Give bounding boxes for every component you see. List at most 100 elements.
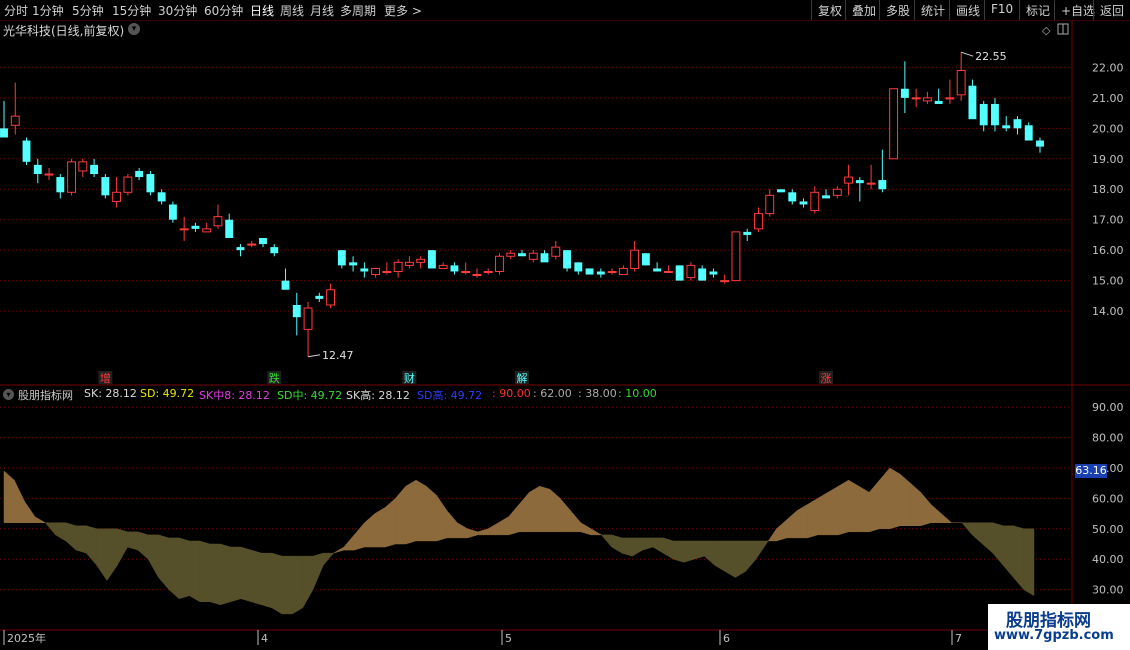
candle-body (686, 264, 696, 279)
candle (495, 253, 504, 275)
candle-body (698, 268, 707, 281)
indicator-band (724, 540, 736, 578)
candle (866, 164, 876, 190)
candle-body (991, 103, 999, 126)
diamond-icon: ◇ (1042, 24, 1051, 37)
candle (991, 97, 999, 132)
price-tick-label: 18.00 (1092, 183, 1124, 196)
indicator-value-3: SD中: 49.72 (277, 389, 343, 402)
candle (1002, 116, 1011, 132)
indicator-band (55, 522, 67, 542)
candle-body (607, 270, 617, 273)
candle-body (123, 176, 133, 193)
event-marker: 财 (404, 371, 415, 385)
indicator-band (395, 485, 406, 545)
candle-body (101, 177, 110, 196)
candle (563, 250, 571, 272)
indicator-band (941, 513, 953, 523)
candle (382, 262, 392, 275)
candle-body (90, 164, 99, 175)
candle (663, 265, 673, 273)
indicator-band (971, 522, 983, 545)
candle-body (10, 115, 20, 126)
indicator-value-7: : 62.00 (533, 387, 572, 400)
high-annotation: 22.55 (975, 50, 1007, 63)
candle-body (213, 216, 223, 227)
indicator-band (693, 540, 705, 560)
indicator-band (807, 497, 818, 539)
indicator-band (673, 540, 685, 563)
candle-body (168, 204, 177, 220)
candle-body (146, 174, 155, 193)
candle (112, 177, 122, 208)
indicator-value-9: : 10.00 (618, 387, 657, 400)
candle (202, 222, 212, 233)
indicator-band (508, 503, 520, 536)
candle (1024, 122, 1033, 141)
candle-body (653, 268, 662, 272)
price-tick-label: 16.00 (1092, 244, 1124, 257)
candle-body (777, 189, 785, 193)
candle-body (1013, 119, 1022, 129)
indicator-band (333, 546, 345, 554)
candle (315, 292, 324, 302)
indicator-band (1023, 528, 1035, 597)
price-tick-label: 17.00 (1092, 214, 1124, 227)
indicator-band (168, 537, 180, 600)
indicator-band (838, 479, 849, 536)
candle-body (866, 182, 876, 185)
candle-body (416, 258, 426, 263)
candle (945, 79, 955, 104)
candle (844, 164, 854, 196)
indicator-band (868, 479, 880, 533)
candle (979, 100, 988, 132)
indicator-tick-label: 80.00 (1092, 432, 1124, 445)
indicator-band (735, 540, 746, 578)
candle-body (1002, 125, 1011, 129)
candle (427, 250, 436, 269)
candle-body (574, 262, 583, 272)
indicator-band (1002, 525, 1014, 579)
price-tick-label: 20.00 (1092, 122, 1124, 135)
candle (371, 267, 381, 278)
indicator-band (817, 491, 829, 536)
candle-body (675, 265, 684, 281)
candle-body (922, 97, 932, 102)
candle-body (585, 268, 594, 275)
indicator-band (786, 510, 798, 539)
indicator-chevron-down-icon[interactable]: ▾ (3, 389, 14, 400)
indicator-band (189, 540, 200, 603)
candle-body (56, 177, 65, 193)
indicator-band (745, 540, 757, 573)
candle-body (483, 270, 493, 273)
indicator-band (426, 485, 437, 542)
candle-body (832, 188, 842, 196)
candle (416, 256, 426, 269)
candle-body (67, 161, 77, 193)
candle-body (404, 261, 414, 266)
candle (483, 268, 493, 275)
candle (247, 241, 257, 248)
price-tick-label: 15.00 (1092, 275, 1124, 288)
indicator-band (86, 525, 97, 566)
candle (810, 186, 820, 214)
candle-body (247, 243, 257, 246)
candle (179, 216, 189, 242)
indicator-tick-label: 30.00 (1092, 584, 1124, 597)
candle (135, 167, 144, 181)
indicator-band (549, 488, 561, 533)
candle (585, 268, 594, 275)
candle (641, 253, 650, 266)
indicator-band (353, 522, 365, 551)
candle (743, 228, 752, 242)
candle-body (979, 103, 988, 126)
indicator-value-1: SD: 49.72 (140, 387, 195, 400)
candle (438, 262, 448, 269)
candle-body (495, 255, 504, 272)
candle (213, 204, 223, 229)
candle (540, 250, 549, 263)
candle-body (799, 201, 808, 205)
indicator-band (487, 522, 499, 536)
time-tick-label: 2025年 (7, 631, 46, 645)
candle-body (743, 231, 752, 235)
